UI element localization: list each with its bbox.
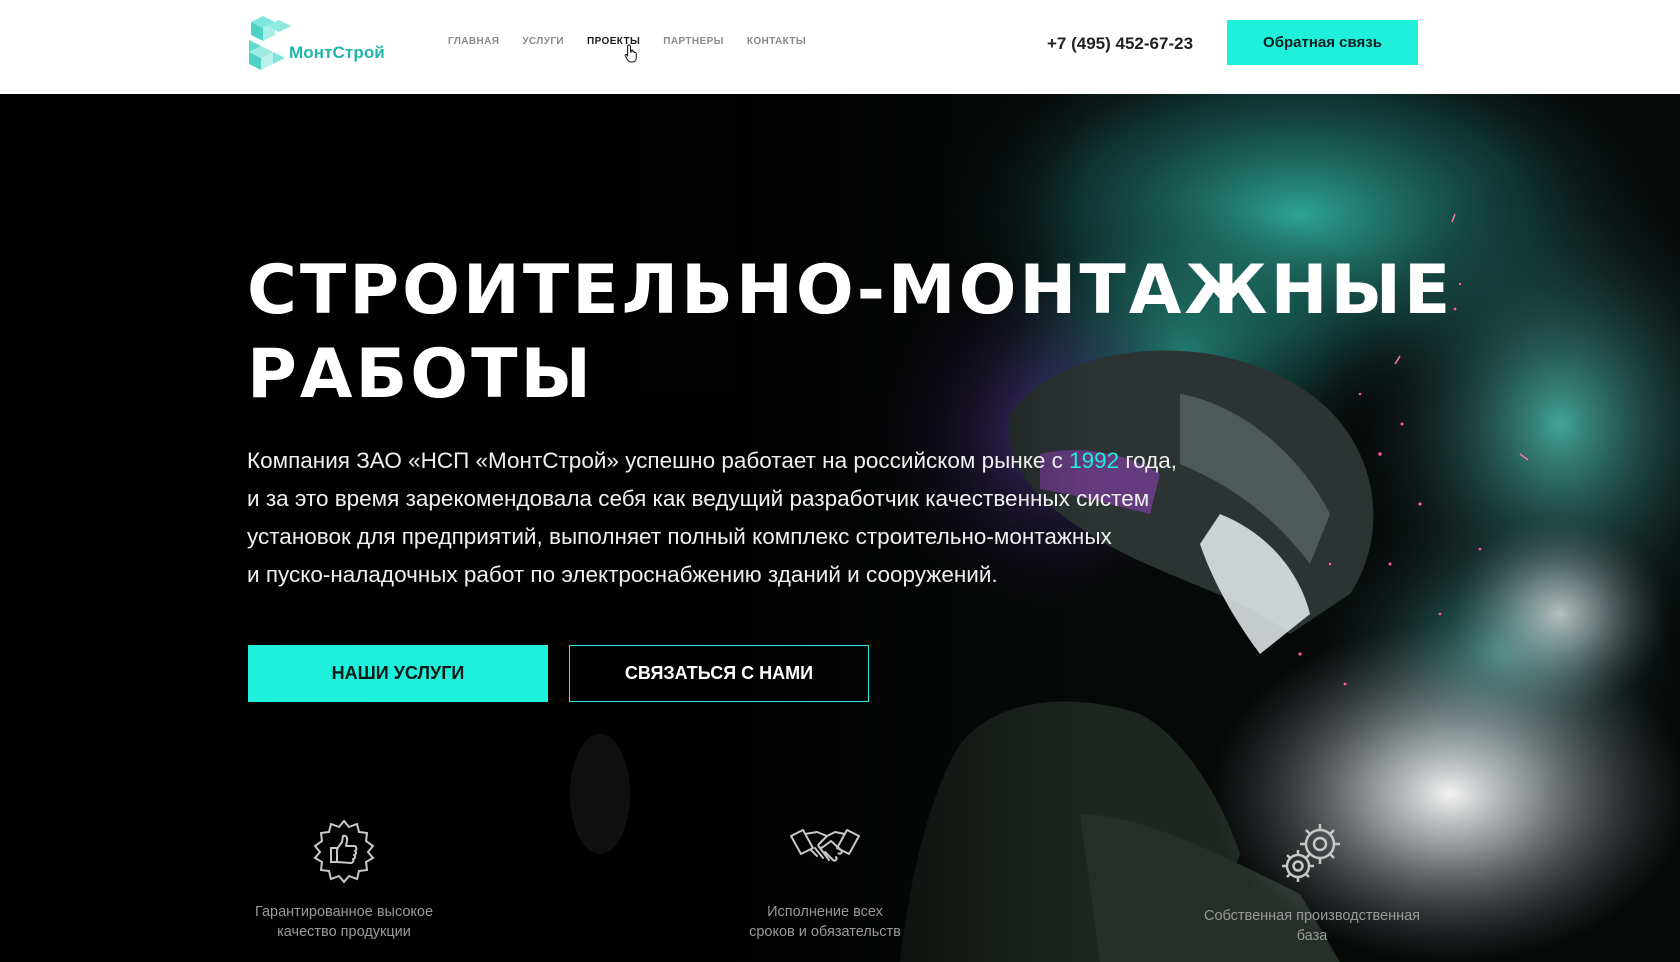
hero-desc-line3: установок для предприятий, выполняет пол…: [247, 524, 1112, 549]
hero-description: Компания ЗАО «НСП «МонтСтрой» успешно ра…: [247, 442, 1287, 594]
feature-quality-line2: качество продукции: [277, 924, 411, 940]
nav-item-contacts[interactable]: КОНТАКТЫ: [747, 36, 806, 47]
hero-title-line2: РАБОТЫ: [247, 335, 594, 414]
feature-deadlines-label: Исполнение всех сроков и обязательств: [695, 902, 955, 942]
hand-cursor-icon: [624, 44, 637, 63]
feature-production: Собственная производственная база: [1182, 818, 1442, 946]
feature-production-line1: Собственная производственная: [1203, 908, 1421, 924]
hero-desc-part2: года,: [1119, 448, 1178, 473]
feature-production-line2: база: [1296, 928, 1328, 944]
feature-quality: Гарантированное высокое качество продукци…: [214, 818, 474, 942]
thumbs-up-badge-icon: [313, 819, 375, 884]
nav-item-home[interactable]: ГЛАВНАЯ: [448, 36, 499, 47]
callback-button[interactable]: Обратная связь: [1227, 20, 1418, 65]
feature-deadlines: Исполнение всех сроков и обязательств: [695, 818, 955, 942]
hero-title-line1: СТРОИТЕЛЬНО-МОНТАЖНЫЕ: [247, 251, 1454, 330]
gears-icon: [1282, 824, 1340, 882]
hero-desc-line2: и за это время зарекомендовала себя как …: [247, 486, 1150, 511]
phone-number[interactable]: +7 (495) 452-67-23: [1047, 34, 1193, 54]
feature-deadlines-line2: сроков и обязательств: [749, 924, 901, 940]
hero-title: СТРОИТЕЛЬНО-МОНТАЖНЫЕ РАБОТЫ: [247, 249, 1527, 417]
logo[interactable]: МонтСтрой: [247, 14, 397, 74]
feature-production-label: Собственная производственная база: [1182, 906, 1442, 946]
feature-deadlines-line1: Исполнение всех: [767, 904, 883, 920]
handshake-icon: [790, 829, 860, 862]
nav-item-services[interactable]: УСЛУГИ: [522, 36, 564, 47]
feature-quality-label: Гарантированное высокое качество продукци…: [214, 902, 474, 942]
hero-section: СТРОИТЕЛЬНО-МОНТАЖНЫЕ РАБОТЫ Компания ЗАО…: [0, 94, 1680, 962]
nav-item-partners[interactable]: ПАРТНЕРЫ: [663, 36, 724, 47]
logo-text: МонтСтрой: [289, 43, 385, 62]
contact-us-button[interactable]: СВЯЗАТЬСЯ С НАМИ: [569, 645, 869, 702]
hero-desc-year: 1992: [1069, 448, 1120, 473]
our-services-button[interactable]: НАШИ УСЛУГИ: [248, 645, 548, 702]
hero-desc-part1: Компания ЗАО «НСП «МонтСтрой» успешно ра…: [247, 448, 1070, 473]
site-header: МонтСтрой ГЛАВНАЯ УСЛУГИ ПРОЕКТЫ ПАРТНЕР…: [0, 0, 1680, 94]
feature-quality-line1: Гарантированное высокое: [254, 904, 434, 920]
hero-desc-line4: и пуско-наладочных работ по электроснабж…: [247, 562, 998, 587]
